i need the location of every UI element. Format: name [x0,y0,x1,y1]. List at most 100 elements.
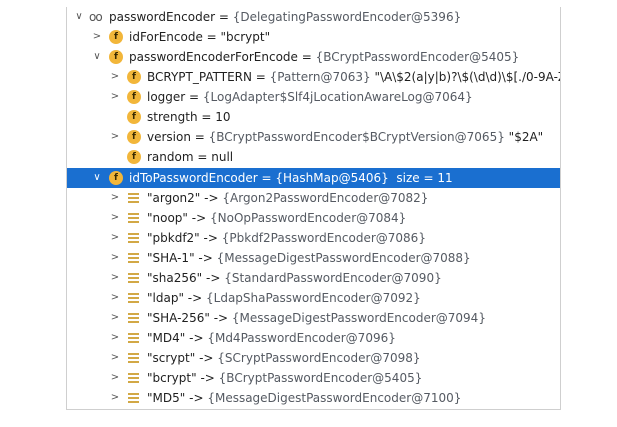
map-entry-text: "MD4" -> {Md4PasswordEncoder@7096} [147,328,396,348]
field-string-value: "\A\$2(a|y|b)?\$(\d\d)\$[./0-9A-Za- [374,70,560,84]
map-entry-row[interactable]: > "noop" -> {NoOpPasswordEncoder@7084} [67,208,560,228]
map-entry-text: "pbkdf2" -> {Pbkdf2PasswordEncoder@7086} [147,228,426,248]
map-entry-key: "sha256" [147,271,203,285]
map-entry-icon [128,313,139,323]
field-text: version = {BCryptPasswordEncoder$BCryptV… [147,130,544,144]
tree-row-field[interactable]: > f version = {BCryptPasswordEncoder$BCr… [67,127,560,147]
map-entry-key: "noop" [147,211,188,225]
collapsed-toggle-icon[interactable]: > [109,368,121,388]
tree-row-map-selected[interactable]: ∨ f idToPasswordEncoder = {HashMap@5406}… [67,168,560,188]
map-entry-row[interactable]: > "scrypt" -> {SCryptPasswordEncoder@7098… [67,348,560,368]
map-entry-row[interactable]: > "bcrypt" -> {BCryptPasswordEncoder@5405… [67,368,560,388]
map-entry-value: {MessageDigestPasswordEncoder@7100} [207,391,462,405]
collapsed-toggle-icon[interactable]: > [109,268,121,288]
root-variable: passwordEncoder = {DelegatingPasswordEnc… [109,10,462,24]
field-name: random [147,150,194,164]
collapsed-toggle-icon[interactable]: > [109,67,121,87]
map-entry-arrow: -> [189,391,204,405]
map-entry-arrow: -> [205,271,221,285]
map-entry-row[interactable]: > "MD4" -> {Md4PasswordEncoder@7096} [67,328,560,348]
collapsed-toggle-icon[interactable]: > [109,348,121,368]
field-name: logger [147,90,186,104]
map-entry-key: "pbkdf2" [147,231,200,245]
field-name: passwordEncoderForEncode [129,50,298,64]
map-entry-text: "bcrypt" -> {BCryptPasswordEncoder@5405} [147,368,422,388]
collapsed-toggle-icon[interactable]: > [109,248,121,268]
map-entry-row[interactable]: > "SHA-1" -> {MessageDigestPasswordEncode… [67,248,560,268]
field-ref: {LogAdapter$Slf4jLocationAwareLog@7064} [202,90,473,104]
map-entry-text: "noop" -> {NoOpPasswordEncoder@7084} [147,208,406,228]
map-entry-icon [128,353,139,363]
field-icon: f [127,150,141,164]
collapsed-toggle-icon[interactable]: > [109,87,121,107]
expand-toggle-icon[interactable]: ∨ [91,47,103,67]
map-entry-icon [128,273,139,283]
field-value: "bcrypt" [220,30,271,44]
field-name: idForEncode [129,30,203,44]
map-entry-arrow: -> [199,351,214,365]
map-entry-key: "SHA-1" [147,251,195,265]
map-size: size = 11 [396,171,453,185]
debugger-variables-tree: ∨ oo passwordEncoder = {DelegatingPasswo… [66,7,561,410]
map-entry-text: "MD5" -> {MessageDigestPasswordEncoder@7… [147,388,461,408]
map-entry-row[interactable]: > "argon2" -> {Argon2PasswordEncoder@7082… [67,188,560,208]
map-entry-arrow: -> [203,231,218,245]
map-entry-icon [128,293,139,303]
map-entry-icon [128,213,139,223]
map-entry-value: {BCryptPasswordEncoder@5405} [218,371,423,385]
map-entry-icon [128,393,139,403]
tree-row-field[interactable]: ∨ f passwordEncoderForEncode = {BCryptPa… [67,47,560,67]
map-entry-row[interactable]: > "pbkdf2" -> {Pbkdf2PasswordEncoder@7086… [67,228,560,248]
tree-row-field[interactable]: > f BCRYPT_PATTERN = {Pattern@7063} "\A\… [67,67,560,87]
field-icon: f [127,130,141,144]
map-entry-row[interactable]: > "MD5" -> {MessageDigestPasswordEncoder@… [67,388,560,408]
map-entry-value: {Pbkdf2PasswordEncoder@7086} [221,231,426,245]
field-icon: f [109,50,123,64]
field-ref: {Pattern@7063} [269,70,371,84]
field-icon: f [127,110,141,124]
collapsed-toggle-icon[interactable]: > [109,208,121,228]
root-value: {DelegatingPasswordEncoder@5396} [232,10,462,24]
field-icon: f [127,90,141,104]
field-text: random = null [147,147,233,167]
field-text: strength = 10 [147,107,231,127]
collapsed-toggle-icon[interactable]: > [109,188,121,208]
collapsed-toggle-icon[interactable]: > [109,288,121,308]
map-entry-arrow: -> [200,371,215,385]
tree-row-root[interactable]: ∨ oo passwordEncoder = {DelegatingPasswo… [67,7,560,27]
expand-toggle-icon[interactable]: ∨ [91,168,103,188]
map-entry-value: {NoOpPasswordEncoder@7084} [210,211,407,225]
collapsed-toggle-icon[interactable]: > [91,27,103,47]
collapsed-toggle-icon[interactable]: > [109,228,121,248]
map-entry-text: "scrypt" -> {SCryptPasswordEncoder@7098} [147,348,421,368]
tree-row-field[interactable]: > f idForEncode = "bcrypt" [67,27,560,47]
collapsed-toggle-icon[interactable]: > [109,388,121,408]
field-text: logger = {LogAdapter$Slf4jLocationAwareL… [147,90,473,104]
map-entry-value: {MessageDigestPasswordEncoder@7088} [216,251,471,265]
map-entry-value: {MessageDigestPasswordEncoder@7094} [231,311,486,325]
tree-row-field[interactable]: > f logger = {LogAdapter$Slf4jLocationAw… [67,87,560,107]
field-text: BCRYPT_PATTERN = {Pattern@7063} "\A\$2(a… [147,67,560,87]
field-value: = null [197,150,234,164]
map-entry-row[interactable]: > "SHA-256" -> {MessageDigestPasswordEnco… [67,308,560,328]
collapsed-toggle-icon[interactable]: > [109,328,121,348]
map-entry-arrow: -> [187,291,203,305]
map-entry-value: {LdapShaPasswordEncoder@7092} [206,291,421,305]
expand-toggle-icon[interactable]: ∨ [73,7,85,27]
map-entry-text: "SHA-1" -> {MessageDigestPasswordEncoder… [147,248,471,268]
map-entry-text: "ldap" -> {LdapShaPasswordEncoder@7092} [147,288,421,308]
map-field-name: idToPasswordEncoder [129,171,258,185]
map-entry-row[interactable]: > "sha256" -> {StandardPasswordEncoder@70… [67,268,560,288]
watch-glasses-icon: oo [89,10,103,24]
tree-row-field[interactable]: f strength = 10 [67,107,560,127]
map-entry-icon [128,333,139,343]
tree-row-field[interactable]: f random = null [67,147,560,167]
collapsed-toggle-icon[interactable]: > [109,127,121,147]
map-entry-text: "sha256" -> {StandardPasswordEncoder@709… [147,268,442,288]
map-entry-arrow: -> [191,211,207,225]
field-name: version [147,130,191,144]
map-entry-row[interactable]: > "ldap" -> {LdapShaPasswordEncoder@7092} [67,288,560,308]
map-entry-key: "MD4" [147,331,186,345]
collapsed-toggle-icon[interactable]: > [109,308,121,328]
map-entry-key: "scrypt" [147,351,196,365]
